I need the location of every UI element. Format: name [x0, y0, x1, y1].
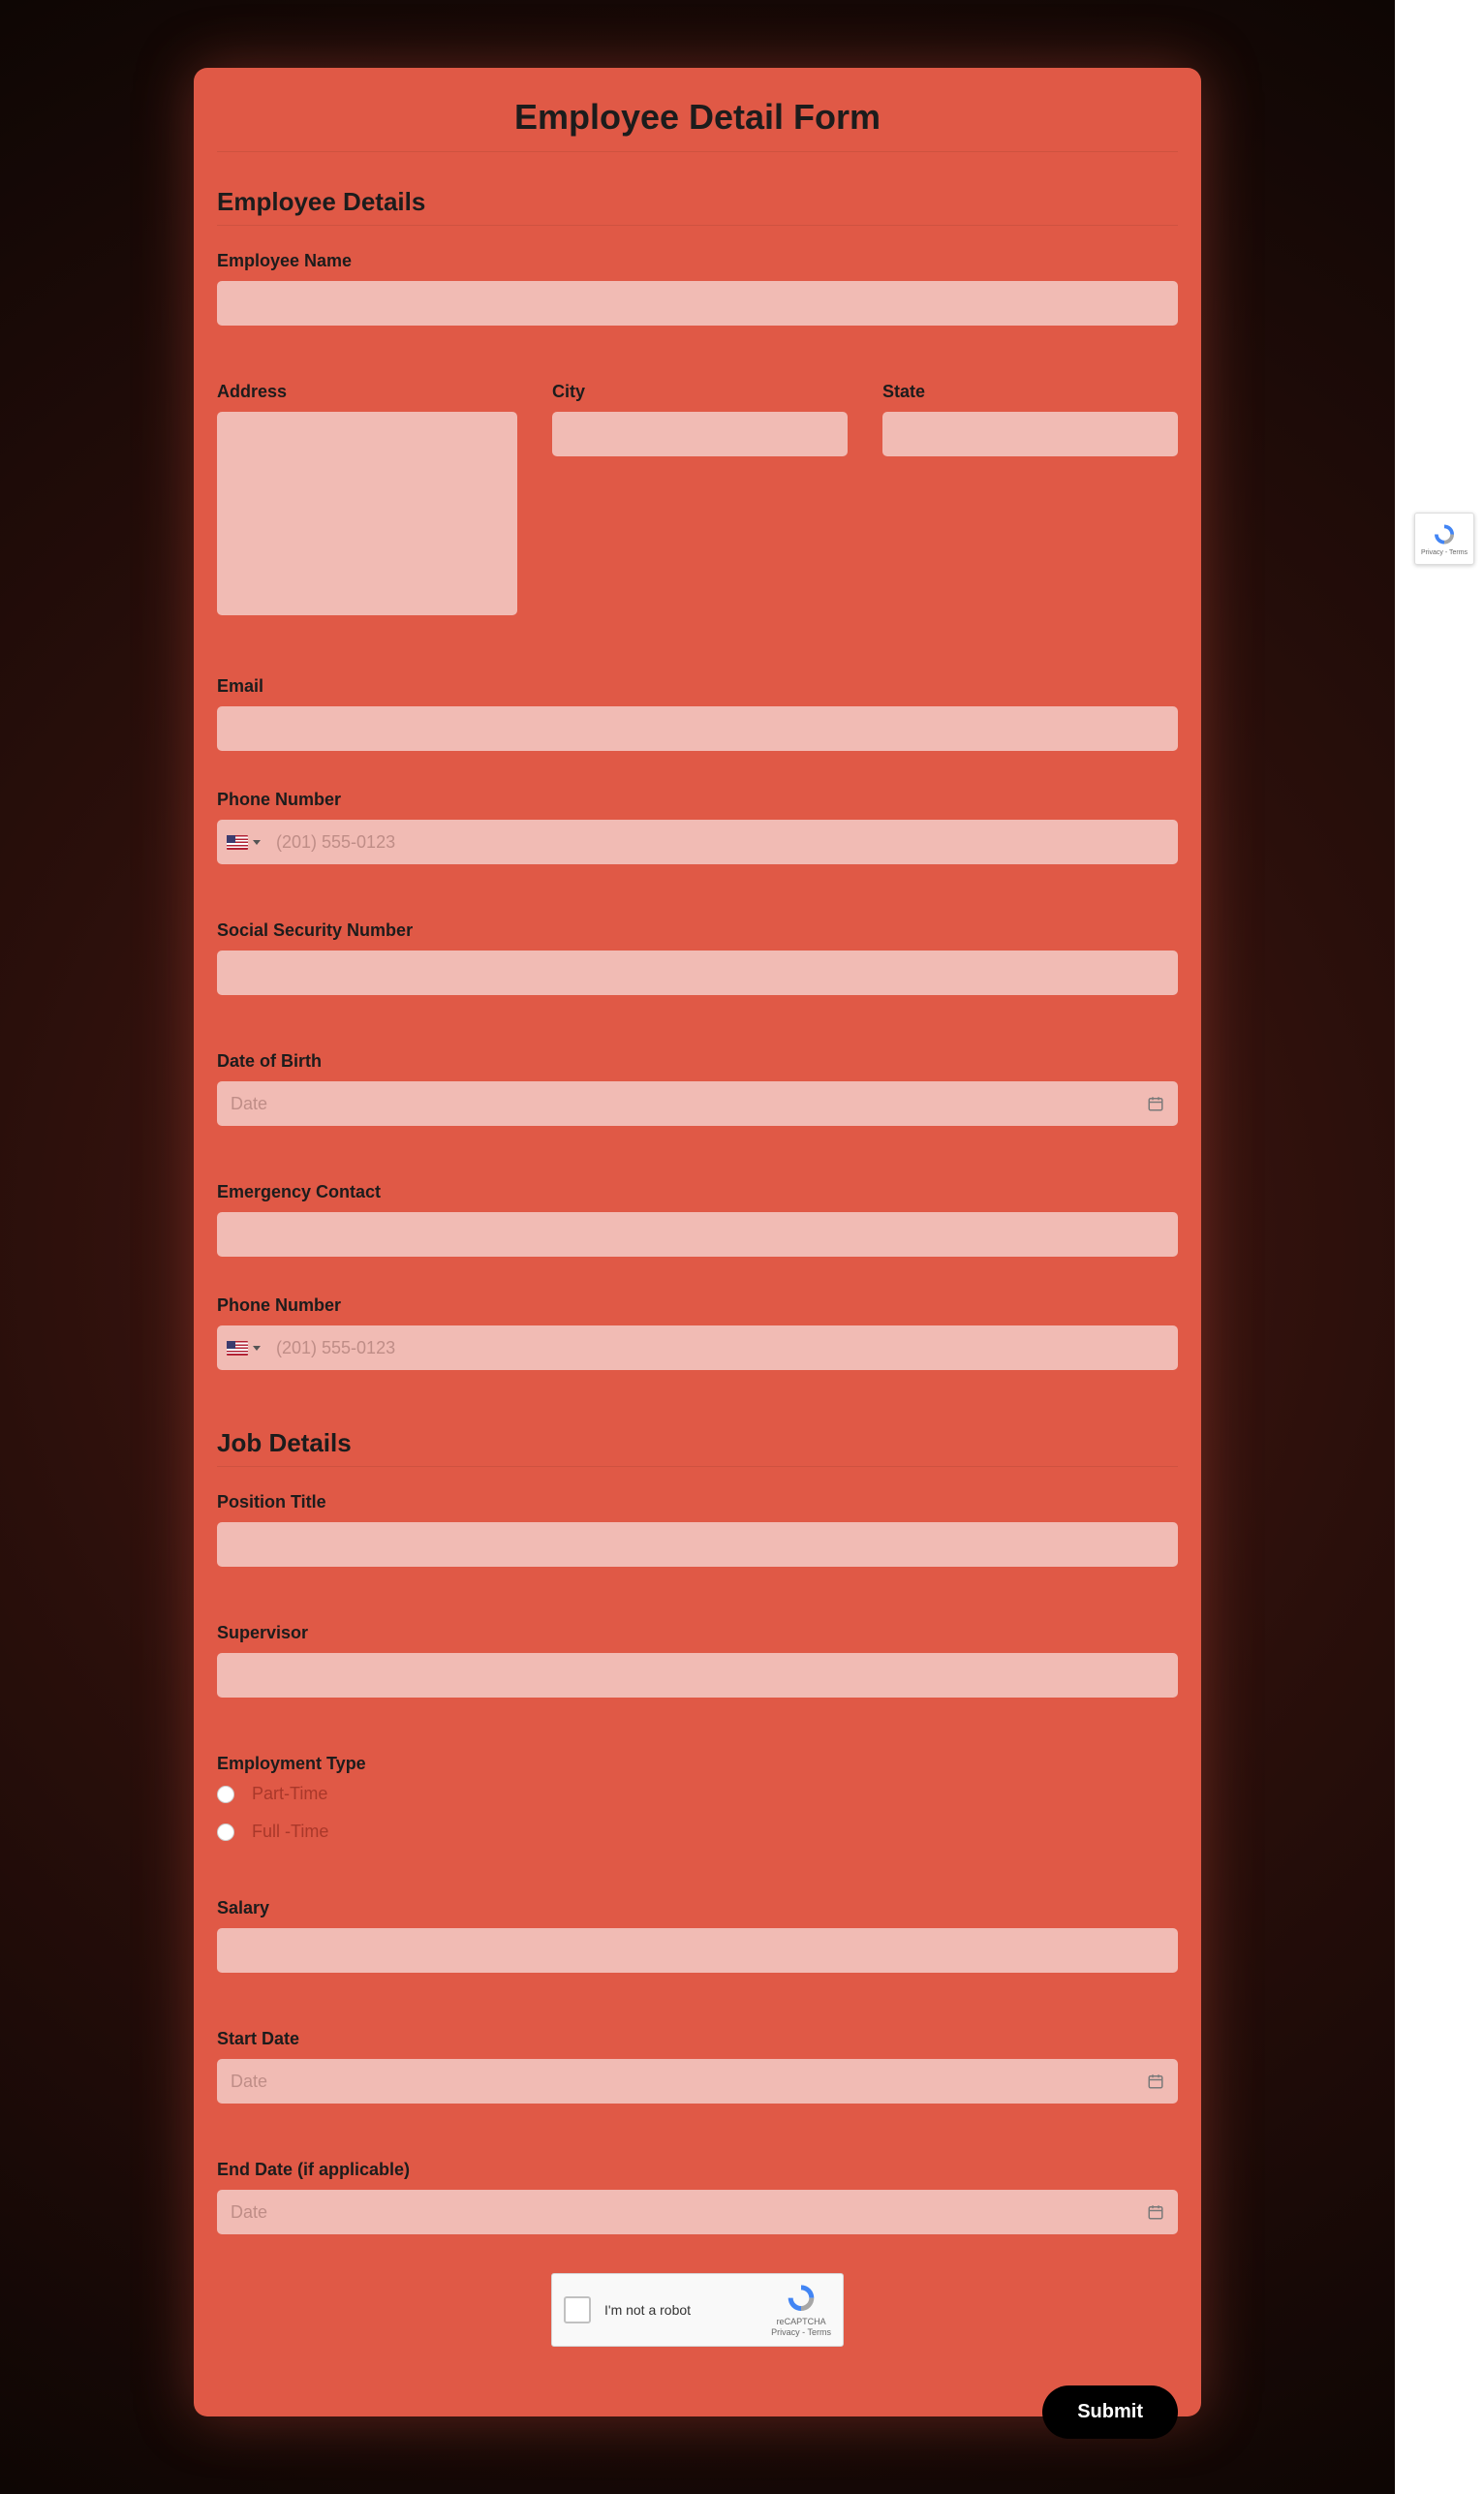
end-date-label: End Date (if applicable) — [217, 2160, 1178, 2180]
position-title-input[interactable] — [217, 1522, 1178, 1567]
address-input[interactable] — [217, 412, 517, 615]
employee-name-input[interactable] — [217, 281, 1178, 326]
recaptcha[interactable]: I'm not a robot reCAPTCHA Privacy - Term… — [551, 2273, 844, 2347]
state-label: State — [882, 382, 1178, 402]
salary-label: Salary — [217, 1898, 1178, 1918]
form-card: Employee Detail Form Employee Details Em… — [194, 68, 1201, 2416]
section-job-details: Job Details — [217, 1428, 1178, 1467]
chevron-down-icon — [253, 840, 261, 845]
end-date-input[interactable] — [231, 2190, 1147, 2234]
position-title-label: Position Title — [217, 1492, 1178, 1512]
ssn-label: Social Security Number — [217, 920, 1178, 941]
recaptcha-checkbox[interactable] — [564, 2296, 591, 2323]
section-employee-details: Employee Details — [217, 187, 1178, 226]
recaptcha-label: I'm not a robot — [604, 2302, 691, 2318]
full-time-option-label[interactable]: Full -Time — [252, 1822, 328, 1842]
us-flag-icon — [227, 835, 248, 850]
emergency-contact-label: Emergency Contact — [217, 1182, 1178, 1202]
submit-button[interactable]: Submit — [1042, 2385, 1178, 2439]
side-badge-terms[interactable]: Privacy - Terms — [1421, 549, 1468, 556]
start-date-input[interactable] — [231, 2059, 1147, 2104]
phone-input[interactable] — [270, 820, 1178, 864]
city-input[interactable] — [552, 412, 848, 456]
employment-type-label: Employment Type — [217, 1754, 1178, 1774]
recaptcha-logo-icon — [1430, 522, 1459, 547]
us-flag-icon — [227, 1341, 248, 1356]
state-input[interactable] — [882, 412, 1178, 456]
recaptcha-logo-icon — [782, 2282, 820, 2315]
calendar-icon[interactable] — [1147, 2203, 1164, 2221]
salary-input[interactable] — [217, 1928, 1178, 1973]
chevron-down-icon — [253, 1346, 261, 1351]
employee-name-label: Employee Name — [217, 251, 1178, 271]
phone2-country-select[interactable] — [217, 1341, 270, 1356]
ssn-input[interactable] — [217, 951, 1178, 995]
phone-label: Phone Number — [217, 790, 1178, 810]
phone2-input[interactable] — [270, 1325, 1178, 1370]
recaptcha-brand: reCAPTCHA — [771, 2317, 831, 2327]
dob-label: Date of Birth — [217, 1051, 1178, 1072]
email-label: Email — [217, 676, 1178, 697]
start-date-label: Start Date — [217, 2029, 1178, 2049]
dob-input[interactable] — [231, 1081, 1147, 1126]
recaptcha-terms[interactable]: Privacy - Terms — [771, 2327, 831, 2338]
recaptcha-side-badge[interactable]: Privacy - Terms — [1414, 513, 1474, 565]
emergency-contact-input[interactable] — [217, 1212, 1178, 1257]
part-time-radio[interactable] — [217, 1786, 234, 1803]
calendar-icon[interactable] — [1147, 1095, 1164, 1112]
part-time-option-label[interactable]: Part-Time — [252, 1784, 327, 1804]
calendar-icon[interactable] — [1147, 2073, 1164, 2090]
city-label: City — [552, 382, 848, 402]
phone-country-select[interactable] — [217, 835, 270, 850]
phone2-label: Phone Number — [217, 1295, 1178, 1316]
full-time-radio[interactable] — [217, 1824, 234, 1841]
address-label: Address — [217, 382, 517, 402]
supervisor-input[interactable] — [217, 1653, 1178, 1698]
page-title: Employee Detail Form — [217, 97, 1178, 152]
supervisor-label: Supervisor — [217, 1623, 1178, 1643]
email-input[interactable] — [217, 706, 1178, 751]
